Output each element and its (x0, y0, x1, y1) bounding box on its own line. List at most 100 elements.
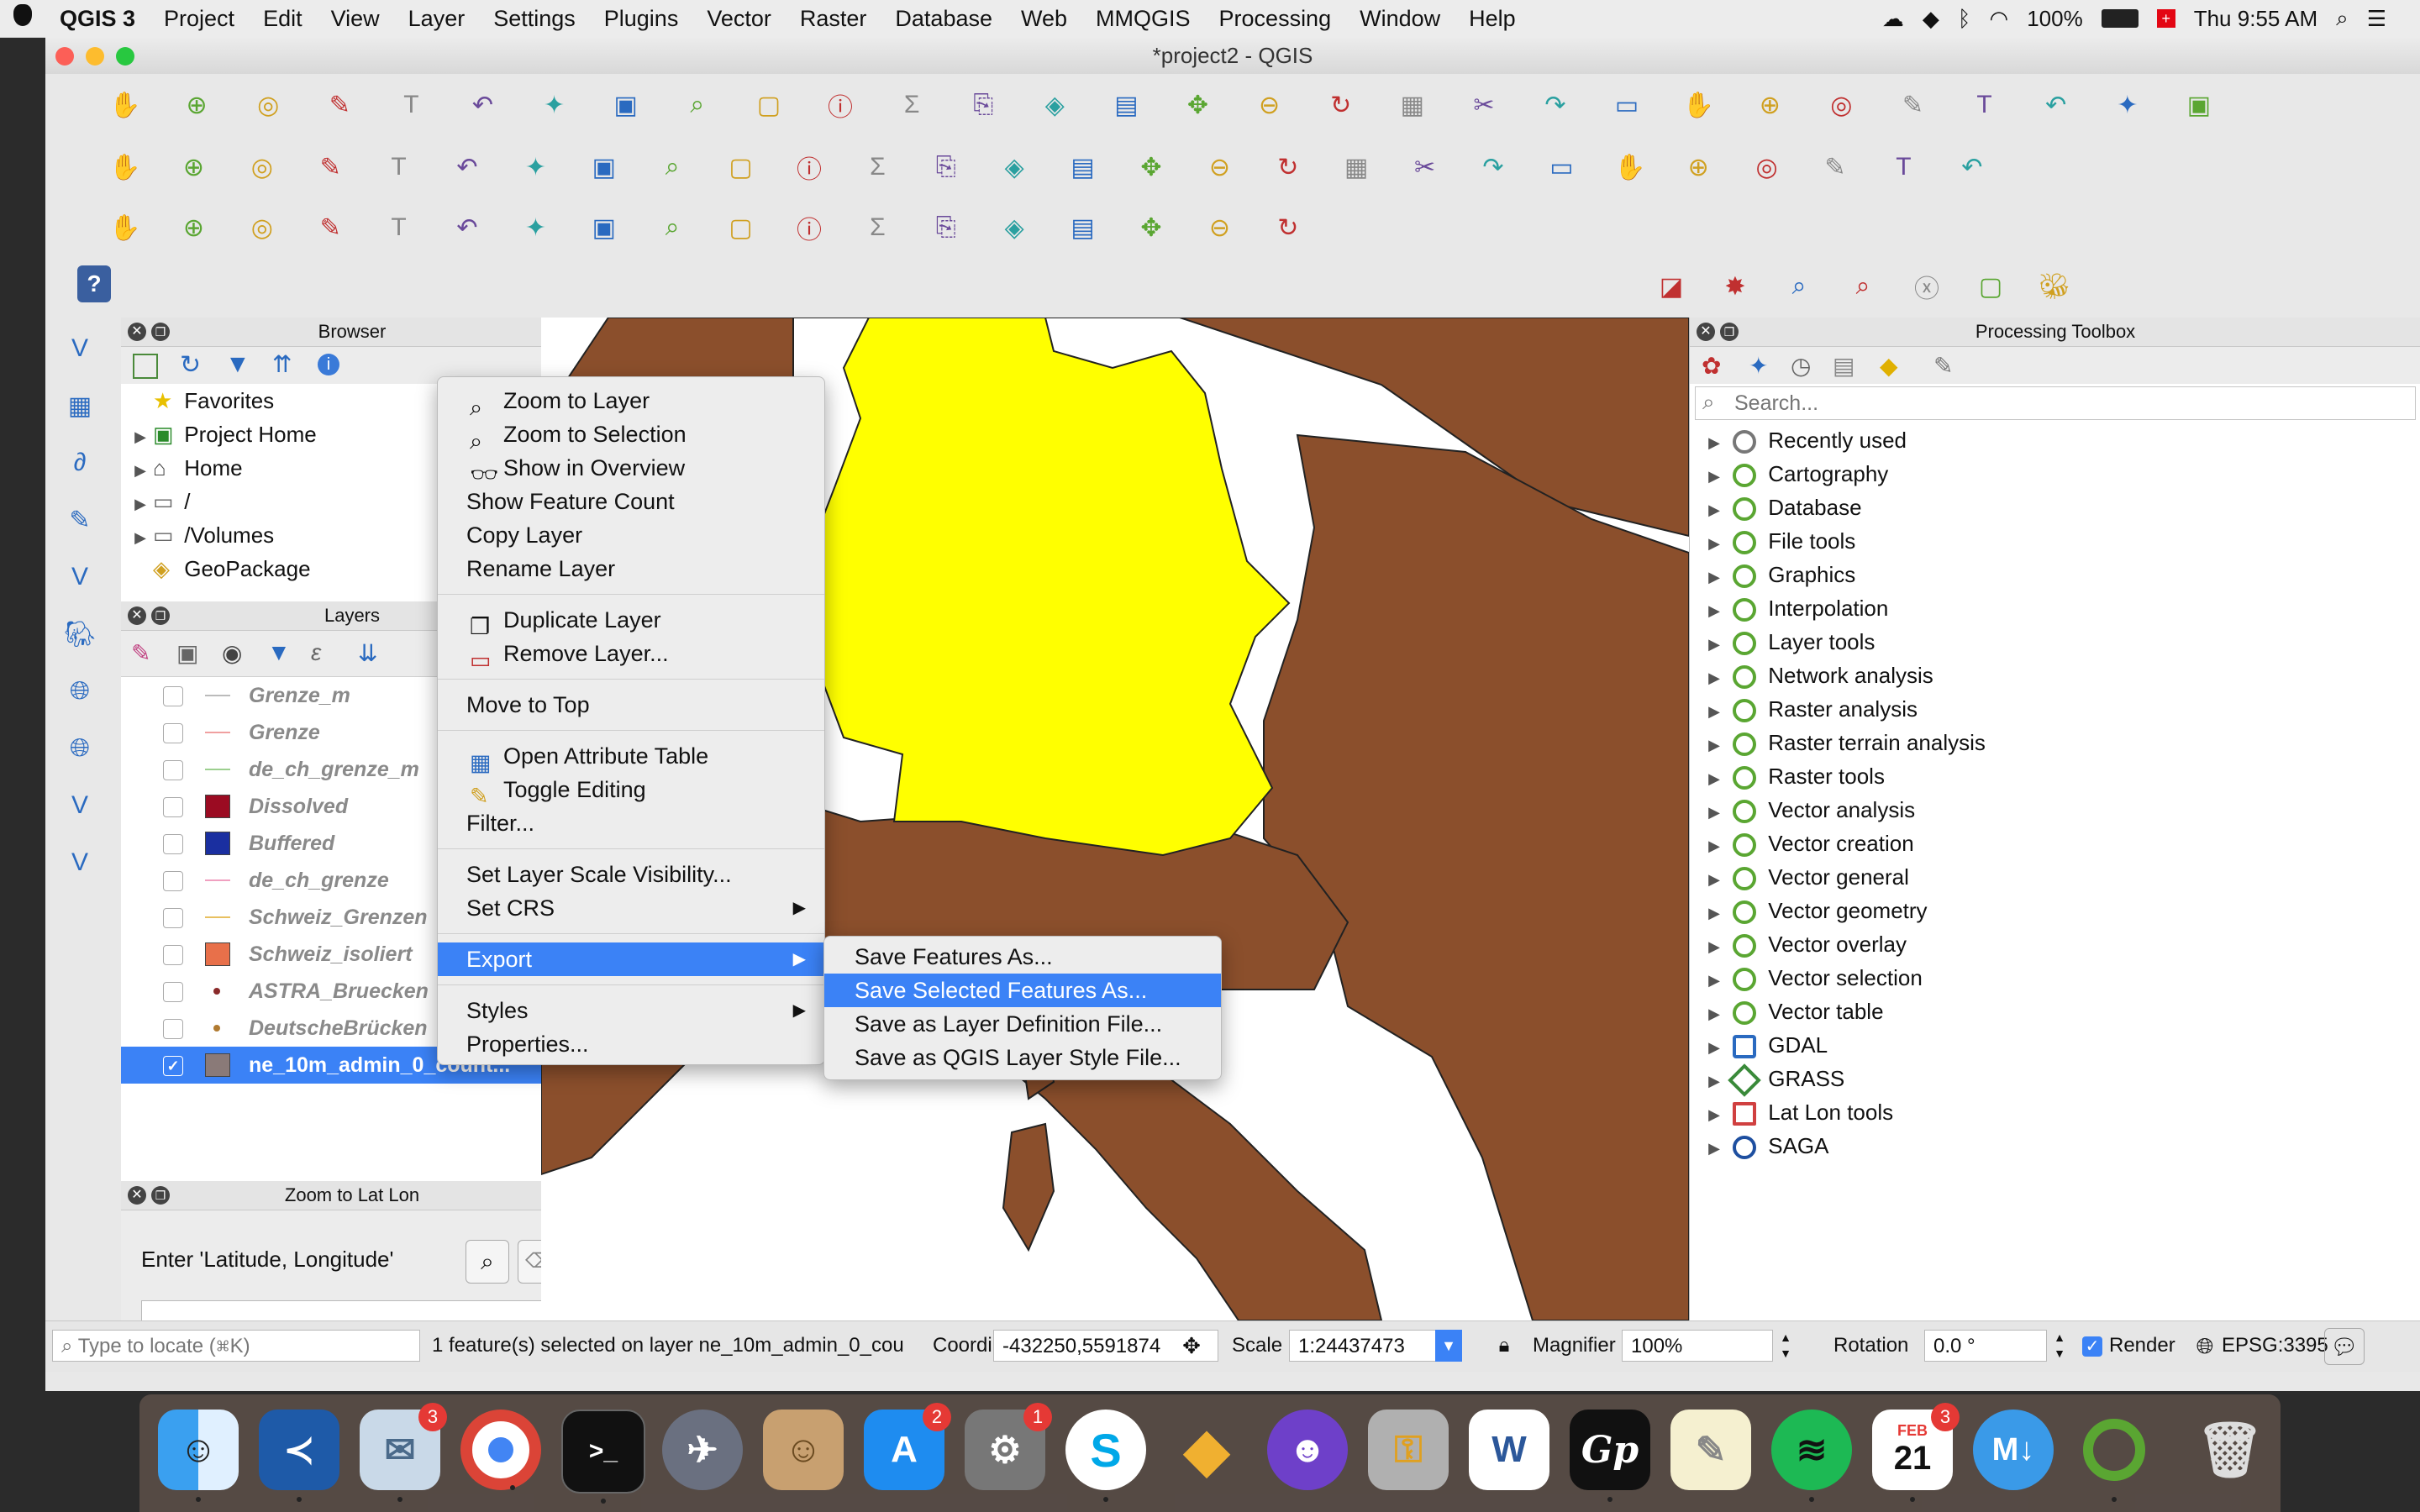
tb3-button-4-icon[interactable]: T (378, 207, 420, 249)
menu-filter[interactable]: Filter... (438, 806, 824, 840)
system-preferences-icon[interactable]: ⚙ 1 (965, 1403, 1052, 1490)
layer-visibility-checkbox[interactable] (163, 908, 183, 928)
battery-icon[interactable] (2101, 9, 2139, 28)
layer-visibility-checkbox[interactable] (163, 797, 183, 817)
expression-filter-icon[interactable]: ε (311, 639, 321, 666)
tb2-button-12-icon[interactable]: ⎘ (925, 146, 967, 188)
processing-group[interactable]: ▶ Vector selection (1690, 961, 2420, 995)
filter-icon[interactable]: ▼ (225, 350, 250, 379)
processing-group[interactable]: ▶ Raster tools (1690, 759, 2420, 793)
processing-group[interactable]: ▶ Vector overlay (1690, 927, 2420, 961)
launchpad-icon[interactable]: ✈ (662, 1410, 743, 1490)
tb1-button-9-icon[interactable]: ▢ (748, 84, 790, 126)
tb1-button-23-icon[interactable]: ⊕ (1749, 84, 1791, 126)
tb3-button-8-icon[interactable]: ⌕ (651, 207, 693, 249)
expand-arrow-icon[interactable]: ▶ (1702, 459, 1727, 493)
menu-save-features-as[interactable]: Save Features As... (824, 940, 1221, 974)
tb2-button-2-icon[interactable]: ◎ (241, 146, 283, 188)
processing-group[interactable]: ▶ Vector table (1690, 995, 2420, 1028)
plugin-tool-5-icon[interactable]: ▢ (1970, 265, 2012, 307)
vscode-icon[interactable]: ≺ (259, 1410, 339, 1502)
finder-icon[interactable]: ☺ (158, 1410, 239, 1502)
close-panel-icon[interactable]: ✕ (128, 1186, 146, 1205)
expand-arrow-icon[interactable]: ▶ (1702, 728, 1727, 762)
help-icon[interactable]: ? (77, 265, 111, 302)
tb2-button-26-icon[interactable]: T (1882, 146, 1924, 188)
tb1-button-15-icon[interactable]: ✥ (1177, 84, 1219, 126)
processing-group[interactable]: ▶ Interpolation (1690, 591, 2420, 625)
github-desktop-icon[interactable]: ☻ (1267, 1410, 1348, 1490)
expand-arrow-icon[interactable]: ▶ (128, 420, 153, 454)
tb1-button-22-icon[interactable]: ✋ (1677, 84, 1719, 126)
tb1-button-5-icon[interactable]: ↶ (462, 84, 504, 126)
tb2-button-0-icon[interactable]: ✋ (104, 146, 146, 188)
processing-search[interactable]: ⌕ (1695, 386, 2416, 420)
add-layer-5-icon[interactable]: 🐘︎ (59, 613, 101, 655)
tb3-button-1-icon[interactable]: ⊕ (172, 207, 214, 249)
expand-arrow-icon[interactable]: ▶ (1702, 695, 1727, 728)
spotify-icon[interactable]: ≋ (1771, 1410, 1852, 1502)
processing-group[interactable]: ▶ Vector geometry (1690, 894, 2420, 927)
plugin-tool-2-icon[interactable]: ⌕ (1778, 265, 1820, 307)
results-icon[interactable]: ▤ (1833, 352, 1854, 380)
tb2-button-9-icon[interactable]: ▢ (720, 146, 762, 188)
notification-center-icon[interactable]: ☰ (2367, 6, 2386, 32)
add-layer-7-icon[interactable]: 🌐︎ (59, 727, 101, 769)
tb3-button-2-icon[interactable]: ◎ (241, 207, 283, 249)
expand-arrow-icon[interactable]: ▶ (1702, 1031, 1727, 1064)
tb1-button-2-icon[interactable]: ◎ (247, 84, 289, 126)
layer-visibility-checkbox[interactable] (163, 686, 183, 706)
menu-edit[interactable]: Edit (249, 6, 317, 32)
menu-app-name[interactable]: QGIS 3 (45, 6, 150, 32)
tb2-button-13-icon[interactable]: ◈ (993, 146, 1035, 188)
processing-search-input[interactable] (1733, 389, 2400, 417)
menu-save-layer-definition[interactable]: Save as Layer Definition File... (824, 1007, 1221, 1041)
expand-all-icon[interactable]: ⇊ (358, 639, 377, 667)
expand-arrow-icon[interactable]: ▶ (1702, 829, 1727, 863)
processing-group[interactable]: ▶ GRASS (1690, 1062, 2420, 1097)
processing-group[interactable]: ▶ Recently used (1690, 423, 2420, 457)
layer-visibility-checkbox[interactable] (163, 760, 183, 780)
filter-legend-icon[interactable]: ▼ (267, 639, 291, 666)
tb1-button-20-icon[interactable]: ↷ (1534, 84, 1576, 126)
layer-visibility-checkbox[interactable] (163, 945, 183, 965)
close-panel-icon[interactable]: ✕ (128, 606, 146, 625)
expand-arrow-icon[interactable]: ▶ (1702, 896, 1727, 930)
menu-layer[interactable]: Layer (394, 6, 480, 32)
clock[interactable]: Thu 9:55 AM (2194, 6, 2317, 32)
tb2-button-23-icon[interactable]: ⊕ (1677, 146, 1719, 188)
mail-icon[interactable]: ✉ 3 (360, 1403, 447, 1502)
tb3-button-6-icon[interactable]: ✦ (514, 207, 556, 249)
float-panel-icon[interactable]: ❐ (151, 606, 170, 625)
bluetooth-icon[interactable]: ᛒ (1958, 6, 1971, 32)
menu-vector[interactable]: Vector (692, 6, 786, 32)
menu-toggle-editing[interactable]: ✎ Toggle Editing (438, 773, 824, 809)
processing-group[interactable]: ▶ Cartography (1690, 457, 2420, 491)
tb3-button-14-icon[interactable]: ▤ (1062, 207, 1104, 249)
close-panel-icon[interactable]: ✕ (1697, 323, 1715, 341)
expand-arrow-icon[interactable]: ▶ (1702, 560, 1727, 594)
tb3-button-0-icon[interactable]: ✋ (104, 207, 146, 249)
search-icon[interactable]: ⌕ (2336, 5, 2349, 32)
add-icon[interactable] (133, 354, 158, 379)
tb2-button-16-icon[interactable]: ⊖ (1198, 146, 1240, 188)
menu-copy-layer[interactable]: Copy Layer (438, 518, 824, 552)
coordinate-toggle-icon[interactable]: ✥ (1175, 1330, 1208, 1362)
options-icon[interactable]: ✎ (1933, 352, 1953, 380)
processing-group[interactable]: ▶ Lat Lon tools (1690, 1095, 2420, 1129)
close-panel-icon[interactable]: ✕ (128, 323, 146, 341)
tb1-button-14-icon[interactable]: ▤ (1105, 84, 1147, 126)
locator-input[interactable]: ⌕ Type to locate (⌘K) (52, 1330, 420, 1362)
menu-raster[interactable]: Raster (786, 6, 881, 32)
tb3-button-17-icon[interactable]: ↻ (1267, 207, 1309, 249)
tb2-button-5-icon[interactable]: ↶ (446, 146, 488, 188)
tb2-button-19-icon[interactable]: ✂ (1404, 146, 1446, 188)
tb2-button-1-icon[interactable]: ⊕ (172, 146, 214, 188)
tb3-button-10-icon[interactable]: ⓘ (788, 207, 830, 249)
layer-visibility-checkbox[interactable] (163, 871, 183, 891)
add-layer-3-icon[interactable]: ✎ (59, 499, 101, 541)
expand-arrow-icon[interactable]: ▶ (128, 487, 153, 521)
menu-project[interactable]: Project (150, 6, 249, 32)
add-layer-8-icon[interactable]: V (59, 785, 101, 827)
tb2-button-25-icon[interactable]: ✎ (1814, 146, 1856, 188)
